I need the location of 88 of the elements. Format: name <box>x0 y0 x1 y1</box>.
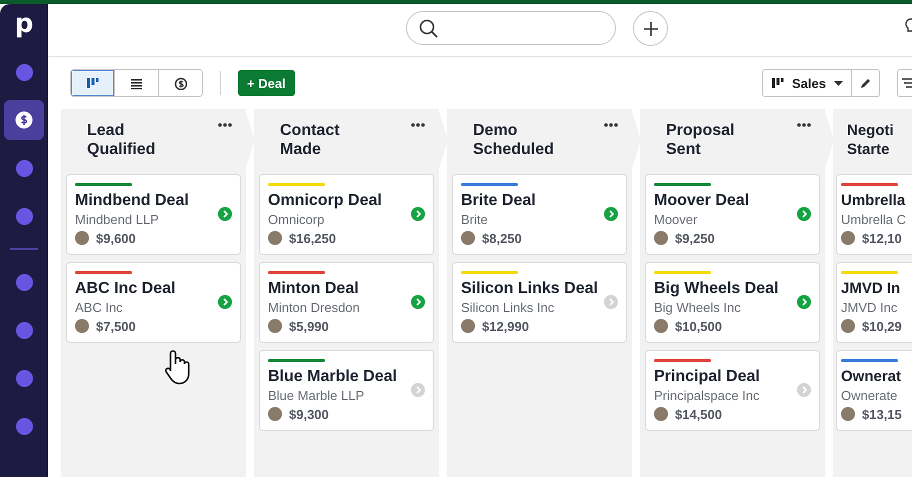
avatar <box>268 407 282 421</box>
more-icon[interactable] <box>411 123 425 127</box>
stage-title: Contact Made <box>280 121 341 159</box>
activity-status-icon[interactable] <box>797 207 811 221</box>
activity-status-icon[interactable] <box>218 207 232 221</box>
deal-value: $13,15 <box>862 406 902 422</box>
organization-name: Silicon Links Inc <box>461 298 556 316</box>
deal-title[interactable]: Umbrella <box>841 190 912 210</box>
organization-name: Omnicorp <box>268 210 326 228</box>
deal-title[interactable]: ABC Inc Deal <box>75 278 214 298</box>
avatar <box>268 319 282 333</box>
organization-name: ABC Inc <box>75 298 124 316</box>
organization-name: Umbrella C <box>841 210 908 228</box>
caret-icon <box>834 80 843 86</box>
organization-name: Blue Marble LLP <box>268 386 366 404</box>
lines-icon <box>130 76 143 90</box>
deal-value: $14,500 <box>675 406 722 422</box>
avatar <box>268 231 282 245</box>
deal-value: $10,500 <box>675 318 722 334</box>
organization-name: Principalspace Inc <box>654 386 760 404</box>
deal-value: $10,29 <box>862 318 902 334</box>
deal-title[interactable]: Blue Marble Deal <box>268 366 407 386</box>
organization-name: Big Wheels Inc <box>654 298 742 316</box>
bars-icon <box>86 76 99 90</box>
deal-title[interactable]: Brite Deal <box>461 190 600 210</box>
deal-title[interactable]: Principal Deal <box>654 366 793 386</box>
deal-value: $5,990 <box>289 318 329 334</box>
activity-status-icon[interactable] <box>411 295 425 309</box>
deal-title[interactable]: Minton Deal <box>268 278 407 298</box>
filter-icon <box>902 78 912 88</box>
filter-button[interactable] <box>897 69 912 97</box>
activity-status-icon[interactable] <box>604 207 618 221</box>
avatar <box>654 407 668 421</box>
activity-status-icon[interactable] <box>411 207 425 221</box>
organization-name: Moover <box>654 210 698 228</box>
organization-name: Minton Dresdon <box>268 298 361 316</box>
deal-value: $9,250 <box>675 230 715 246</box>
avatar <box>654 319 668 333</box>
deal-title[interactable]: Big Wheels Deal <box>654 278 793 298</box>
search-icon <box>419 18 438 38</box>
deal-title[interactable]: Silicon Links Deal <box>461 278 600 298</box>
edit-button[interactable] <box>852 69 880 97</box>
organization-name: JMVD Inc <box>841 298 898 316</box>
bars-icon <box>771 76 784 90</box>
activity-status-icon[interactable] <box>797 295 811 309</box>
deal-title[interactable]: JMVD In <box>841 278 912 298</box>
deal-value: $9,600 <box>96 230 136 246</box>
dollar-circle-icon <box>15 111 33 129</box>
deal-value: $16,250 <box>289 230 336 246</box>
deal-value: $8,250 <box>482 230 522 246</box>
organization-name: Brite <box>461 210 489 228</box>
avatar <box>75 319 89 333</box>
more-icon[interactable] <box>218 123 232 127</box>
stage-title: Proposal Sent <box>666 121 736 159</box>
forecast-view-button[interactable] <box>158 70 202 96</box>
avatar <box>461 319 475 333</box>
app-logo[interactable]: p <box>14 10 34 38</box>
avatar <box>841 407 855 421</box>
avatar <box>75 231 89 245</box>
stage-title: Lead Qualified <box>87 121 156 159</box>
deal-title[interactable]: Moover Deal <box>654 190 793 210</box>
add-button[interactable] <box>633 11 668 46</box>
avatar <box>654 231 668 245</box>
pipeline-view-button[interactable] <box>71 70 114 96</box>
deal-value: $12,990 <box>482 318 529 334</box>
avatar <box>841 231 855 245</box>
search-field[interactable] <box>406 11 616 45</box>
deal-title[interactable]: Omnicorp Deal <box>268 190 407 210</box>
pipeline-select[interactable]: Sales <box>762 69 852 97</box>
pencil-icon <box>860 77 872 89</box>
nav-item[interactable] <box>4 100 44 140</box>
organization-name: Mindbend LLP <box>75 210 160 228</box>
deal-title[interactable]: Ownerat <box>841 366 912 386</box>
organization-name: Ownerate <box>841 386 898 404</box>
activity-status-icon[interactable] <box>218 295 232 309</box>
deal-value: $7,500 <box>96 318 136 334</box>
deal-value: $9,300 <box>289 406 329 422</box>
stage-title: Negoti Starte <box>847 121 895 159</box>
lightbulb-icon[interactable] <box>905 18 912 33</box>
stage-title: Demo Scheduled <box>473 121 555 159</box>
deal-value: $12,10 <box>862 230 902 246</box>
deal-title[interactable]: Mindbend Deal <box>75 190 214 210</box>
more-icon[interactable] <box>604 123 618 127</box>
more-icon[interactable] <box>797 123 811 127</box>
avatar <box>841 319 855 333</box>
plus-icon <box>644 22 658 36</box>
add-deal-button[interactable]: + Deal <box>238 70 295 96</box>
avatar <box>461 231 475 245</box>
